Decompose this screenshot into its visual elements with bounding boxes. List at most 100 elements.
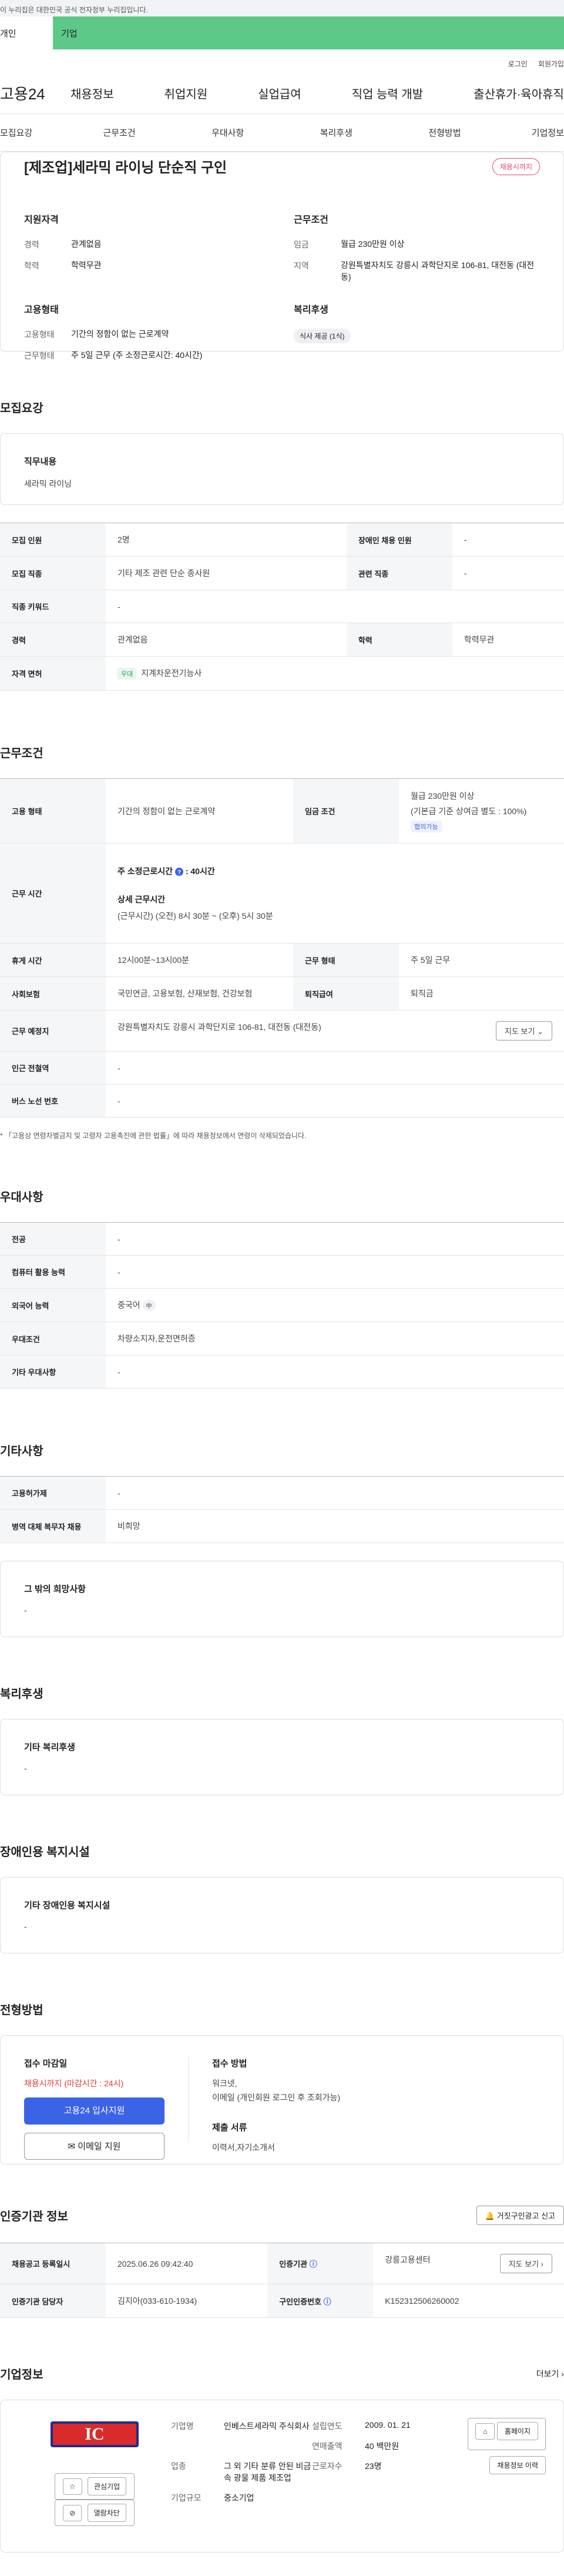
job-title: [제조업]세라믹 라이닝 단순직 구인 (24, 160, 227, 176)
row-label: 고용허가제 (0, 1476, 106, 1510)
row-value: 학력무관 (452, 623, 564, 657)
row-value: 월급 230만원 이상 (기본급 기준 상여금 별도 : 100%) 협의가능 (399, 778, 564, 844)
table-row: 버스 노선 번호 - (0, 1084, 564, 1118)
value: 중소기업 (224, 2493, 254, 2503)
row-value: 2025.06.26 09:42:40 (106, 2243, 268, 2284)
deadline-heading: 접수 마감일 (24, 2059, 68, 2069)
home-icon: ⌂ (475, 2423, 495, 2440)
language-name: 중국어 (118, 1300, 140, 1310)
other-wishes-card: 그 밖의 희망사항 - (0, 1561, 564, 1637)
block-view-button[interactable]: ⊘ 열람차단 (55, 2500, 135, 2526)
company-card: IC ☆ 관심기업 ⊘ 열람차단 기업명 인베스트세라믹 주식회사 설립연도 200… (0, 2400, 564, 2552)
apply-card: 접수 마감일 채용시까지 (마감시간 : 24시) 고용24 입사지원 ✉ 이메… (0, 2035, 564, 2164)
mail-icon: ✉ (68, 2142, 76, 2152)
row-label: 버스 노선 번호 (0, 1084, 106, 1118)
row-label: 관련 직종 (346, 556, 452, 590)
email-apply-button[interactable]: ✉ 이메일 지원 (24, 2133, 164, 2160)
util-links: 로그인 회원가입 (0, 49, 564, 73)
row-label: 휴게 시간 (0, 943, 106, 977)
license-name: 지계차운전기능사 (141, 668, 202, 678)
svg-text:?: ? (177, 869, 181, 876)
table-row: 모집 직종 기타 제조 관련 단순 종사원 관련 직종 - (0, 556, 564, 590)
summary-qual-heading: 지원자격 (24, 215, 59, 225)
block-icon: ⊘ (63, 2505, 82, 2521)
company-header: 기업정보 더보기 › (0, 2365, 564, 2382)
row-value: 주 소정근로시간 ? : 40시간 상세 근무시간 (근무시간) (오전) 8시… (106, 843, 564, 944)
docs-heading: 제출 서류 (212, 2123, 247, 2133)
tab-company[interactable]: 기업 (53, 16, 564, 49)
nav-skill-development[interactable]: 직업 능력 개발 (352, 85, 424, 102)
apply-button[interactable]: 고용24 입사지원 (24, 2097, 164, 2125)
wage-amount: 월급 230만원 이상 (411, 791, 475, 801)
row-value: 강원특별자치도 강릉시 과학단지로 106-81, 대전동 (대전동) 지도 보… (106, 1010, 564, 1052)
weekly-hours-value: : 40시간 (185, 866, 215, 876)
signup-link[interactable]: 회원가입 (538, 60, 564, 68)
nav-unemployment-benefit[interactable]: 실업급여 (258, 85, 301, 102)
report-fake-ad-button[interactable]: 🔔 거짓구인광고 신고 (476, 2206, 564, 2225)
row-value: 주 5일 근무 (399, 943, 564, 977)
row-value: 차량소지자,운전면허증 (106, 1322, 564, 1356)
org-map-button[interactable]: 지도 보기 › (499, 2254, 552, 2273)
card-text: - (24, 1764, 27, 1773)
row-label: 사회보험 (0, 976, 106, 1011)
label: 경력 (24, 240, 39, 249)
card-text: - (24, 1605, 27, 1615)
company-details: 기업명 인베스트세라믹 주식회사 설립연도 2009. 01. 21 연매출액 40 … (171, 2418, 452, 2534)
homepage-button[interactable]: ⌂ 홈페이지 (468, 2418, 546, 2450)
section-title-apply: 전형방법 (0, 2004, 43, 2017)
label: 기업규모 (171, 2493, 202, 2503)
value: 그 외 기타 분류 안된 비금속 광물 제품 제조업 (224, 2461, 311, 2483)
row-value: 관계없음 (106, 623, 347, 657)
org-name: 강릉고용센터 (385, 2255, 431, 2264)
row-value: 강릉고용센터 지도 보기 › (373, 2243, 564, 2284)
favorite-company-button[interactable]: ☆ 관심기업 (54, 2473, 135, 2500)
info-icon[interactable]: ? (174, 867, 183, 876)
age-note: * 「고용상 연령차별금지 및 고령자 고용촉진에 관한 법률」에 따라 채용정… (0, 1132, 307, 1140)
label: 근로자수 (312, 2461, 343, 2471)
map-button[interactable]: 지도 보기 ⌄ (496, 1021, 552, 1041)
row-label: 외국어 능력 (0, 1288, 106, 1322)
more-link[interactable]: 더보기 › (536, 2368, 564, 2380)
anchor-preference[interactable]: 우대사항 (173, 126, 282, 139)
anchor-recruit[interactable]: 모집요강 (0, 126, 65, 139)
label: 고용형태 (24, 330, 55, 340)
nav-jobs[interactable]: 채용정보 (70, 85, 114, 102)
card-heading: 기타 장애인용 복지시설 (24, 1901, 110, 1911)
row-label: 임금 조건 (293, 778, 400, 844)
job-history-button[interactable]: 채용정보 이력 (489, 2456, 546, 2474)
tab-person[interactable]: 개인 (0, 16, 53, 49)
table-row: 컴퓨터 활용 능력 - (0, 1255, 564, 1289)
anchor-company[interactable]: 기업정보 (499, 126, 564, 139)
info-icon[interactable]: ⓘ (324, 2297, 331, 2306)
table-row: 직종 키워드 - (0, 590, 564, 623)
row-value: 기타 제조 관련 단순 종사원 (106, 556, 347, 590)
bell-icon: 🔔 (485, 2212, 495, 2220)
site-logo[interactable]: 고용24 (0, 82, 70, 104)
section-title-cert: 인증기관 정보 (0, 2210, 68, 2223)
deadline-text: 채용시까지 (마감시간 : 24시) (24, 2079, 124, 2088)
table-row: 사회보험 국민연금, 고용보험, 산재보험, 건강보험 퇴직급여 퇴직금 (0, 976, 564, 1011)
value: 40 백만원 (365, 2441, 400, 2451)
anchor-conditions[interactable]: 근무조건 (65, 126, 174, 139)
anchor-apply[interactable]: 전형방법 (391, 126, 499, 139)
row-label: 자격 면허 (0, 656, 106, 691)
table-row: 모집 인원 2명 장애인 채용 인원 - (0, 523, 564, 557)
row-value: K152312506260002 (373, 2284, 564, 2318)
table-row: 전공 - (0, 1222, 564, 1256)
negotiable-badge: 협의가능 (411, 820, 442, 832)
nav-employment-support[interactable]: 취업지원 (164, 85, 208, 102)
row-label: 학력 (346, 623, 452, 657)
table-row: 근무 시간 주 소정근로시간 ? : 40시간 상세 근무시간 (근무시간) (… (0, 843, 564, 944)
row-value: - (106, 1084, 564, 1118)
row-label: 근무 시간 (0, 843, 106, 944)
anchor-welfare[interactable]: 복리후생 (282, 126, 391, 139)
row-value: 국민연금, 고용보험, 산재보험, 건강보험 (106, 976, 294, 1011)
nav-parental-leave[interactable]: 출산휴가·육아휴직 (474, 85, 564, 102)
table-row: 인근 전철역 - (0, 1051, 564, 1085)
method-text: 워크넷, (212, 2079, 237, 2088)
row-value: 김지아(033-610-1934) (106, 2284, 268, 2318)
weekly-hours-label: 주 소정근로시간 (118, 866, 173, 876)
login-link[interactable]: 로그인 (508, 60, 528, 68)
row-label: 구인인증번호 ⓘ (267, 2284, 374, 2318)
info-icon[interactable]: ⓘ (310, 2260, 317, 2269)
